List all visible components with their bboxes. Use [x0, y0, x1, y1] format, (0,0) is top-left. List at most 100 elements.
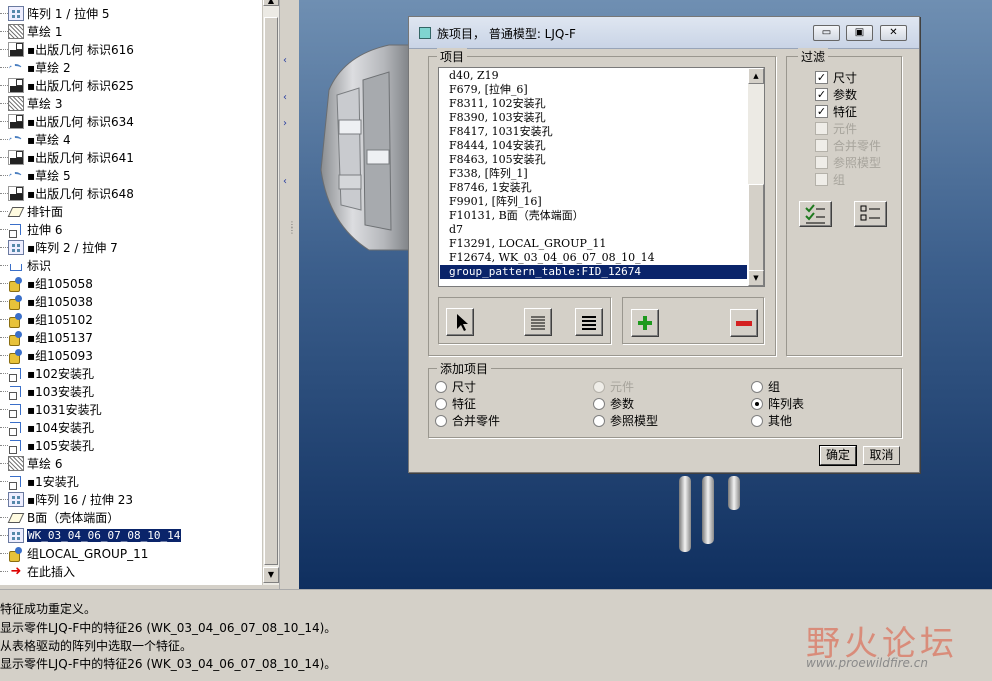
- scroll-up-arrow-icon[interactable]: ▲: [748, 68, 764, 84]
- model-tree-scrollbar[interactable]: ▲ ▼: [262, 0, 279, 585]
- filter-checkbox[interactable]: 组: [815, 171, 845, 188]
- add-item-radio[interactable]: 其他: [751, 412, 792, 429]
- model-tree[interactable]: 阵列 1 / 拉伸 5 草绘 1 ▪出版几何 标识616 ▪草绘 2 ▪出版几何 标识6…: [0, 0, 264, 585]
- list-item[interactable]: F9901, [阵列_16]: [440, 195, 747, 209]
- add-item-button[interactable]: [631, 309, 659, 337]
- checklist-icon: [805, 204, 825, 224]
- scrollbar-thumb[interactable]: [264, 17, 278, 565]
- filter-checkbox[interactable]: 参照模型: [815, 154, 881, 171]
- ok-button[interactable]: 确定: [819, 445, 857, 466]
- collapse-chevron-icon[interactable]: ‹: [283, 176, 287, 187]
- add-item-radio[interactable]: 组: [751, 378, 780, 395]
- list-item[interactable]: d40, Z19: [440, 69, 747, 83]
- scrollbar-thumb[interactable]: [748, 184, 764, 272]
- close-button[interactable]: ✕: [880, 25, 907, 41]
- list-item[interactable]: F679, [拉伸_6]: [440, 83, 747, 97]
- tree-item[interactable]: ▪组105137: [0, 328, 264, 346]
- tree-item[interactable]: 草绘 3: [0, 94, 264, 112]
- tree-item[interactable]: ▪102安装孔: [0, 364, 264, 382]
- tree-item[interactable]: 阵列 1 / 拉伸 5: [0, 4, 264, 22]
- list-item[interactable]: F8390, 103安装孔: [440, 111, 747, 125]
- tree-item[interactable]: 组LOCAL_GROUP_11: [0, 544, 264, 562]
- filter-checkbox[interactable]: ✓ 特征: [815, 103, 857, 120]
- tree-item[interactable]: ➜ 在此插入: [0, 562, 264, 580]
- splitter-grip-icon[interactable]: ⋮ ⋮: [288, 221, 296, 235]
- tree-item-label: WK_03_04_06_07_08_10_14: [27, 528, 182, 542]
- add-item-radio[interactable]: 参照模型: [593, 412, 658, 429]
- tree-item[interactable]: ▪草绘 4: [0, 130, 264, 148]
- tree-item[interactable]: ▪1安装孔: [0, 472, 264, 490]
- add-item-radio[interactable]: 尺寸: [435, 378, 476, 395]
- tree-item[interactable]: 标识: [0, 256, 264, 274]
- tree-item[interactable]: 草绘 1: [0, 22, 264, 40]
- remove-item-button[interactable]: [730, 309, 758, 337]
- scroll-up-arrow-icon[interactable]: ▲: [263, 0, 279, 6]
- tree-item[interactable]: ▪组105093: [0, 346, 264, 364]
- pattern-icon: [8, 5, 24, 21]
- family-items-list[interactable]: d40, Z19 F679, [拉伸_6] F8311, 102安装孔 F8390, …: [438, 67, 765, 287]
- list-item[interactable]: F8463, 105安装孔: [440, 153, 747, 167]
- list-item[interactable]: F8746, 1安装孔: [440, 181, 747, 195]
- tree-item[interactable]: ▪出版几何 标识634: [0, 112, 264, 130]
- tree-item[interactable]: ▪草绘 5: [0, 166, 264, 184]
- tree-item[interactable]: ▪出版几何 标识625: [0, 76, 264, 94]
- tree-item-label: ▪104安装孔: [27, 420, 95, 435]
- items-list-scrollbar[interactable]: ▲ ▼: [748, 68, 764, 286]
- expand-chevron-icon[interactable]: ›: [283, 118, 287, 129]
- list-item[interactable]: F8444, 104安装孔: [440, 139, 747, 153]
- collapse-chevron-icon[interactable]: ‹: [283, 92, 287, 103]
- tree-item[interactable]: 拉伸 6: [0, 220, 264, 238]
- add-item-radio[interactable]: 合并零件: [435, 412, 500, 429]
- list-item[interactable]: F10131, B面（壳体端面）: [440, 209, 747, 223]
- add-item-radio[interactable]: 阵列表: [751, 395, 804, 412]
- tree-item[interactable]: ▪组105038: [0, 292, 264, 310]
- tree-item-label: ▪1031安装孔: [27, 402, 102, 417]
- show-list-button[interactable]: [524, 308, 552, 336]
- add-item-radio[interactable]: 元件: [593, 378, 634, 395]
- tree-item[interactable]: ▪阵列 2 / 拉伸 7: [0, 238, 264, 256]
- filter-checkbox[interactable]: ✓ 参数: [815, 86, 857, 103]
- tree-item[interactable]: 排针面: [0, 202, 264, 220]
- tree-item[interactable]: ▪组105102: [0, 310, 264, 328]
- tree-item[interactable]: ▪出版几何 标识641: [0, 148, 264, 166]
- dialog-title-bar[interactable]: 族项目， 普通模型: LJQ-F ▭ ▣ ✕: [409, 17, 919, 49]
- tree-item[interactable]: 草绘 6: [0, 454, 264, 472]
- add-item-radio[interactable]: 参数: [593, 395, 634, 412]
- cancel-button[interactable]: 取消: [863, 446, 900, 465]
- list-item[interactable]: F13291, LOCAL_GROUP_11: [440, 237, 747, 251]
- list-item[interactable]: d7: [440, 223, 747, 237]
- filter-checkbox[interactable]: 合并零件: [815, 137, 881, 154]
- list-item[interactable]: F338, [阵列_1]: [440, 167, 747, 181]
- collapse-chevron-icon[interactable]: ‹: [283, 55, 287, 66]
- tree-item[interactable]: ▪105安装孔: [0, 436, 264, 454]
- list-item[interactable]: F8417, 1031安装孔: [440, 125, 747, 139]
- tree-item[interactable]: ▪阵列 16 / 拉伸 23: [0, 490, 264, 508]
- filter-checkbox[interactable]: 元件: [815, 120, 857, 137]
- tree-connector: [0, 336, 8, 338]
- filter-checkbox[interactable]: ✓ 尺寸: [815, 69, 857, 86]
- minimize-button[interactable]: ▭: [813, 25, 840, 41]
- pane-splitter[interactable]: ‹ ‹ › ‹ ⋮ ⋮: [279, 0, 299, 589]
- select-all-filters-button[interactable]: [799, 201, 832, 227]
- tree-item[interactable]: ▪1031安装孔: [0, 400, 264, 418]
- scroll-down-arrow-icon[interactable]: ▼: [263, 567, 279, 583]
- maximize-button[interactable]: ▣: [846, 25, 873, 41]
- tree-item[interactable]: ▪103安装孔: [0, 382, 264, 400]
- tree-item[interactable]: ▪组105058: [0, 274, 264, 292]
- tree-item[interactable]: B面（壳体端面）: [0, 508, 264, 526]
- tree-item-label: ▪组105102: [27, 312, 93, 327]
- add-item-radio[interactable]: 特征: [435, 395, 476, 412]
- tree-item[interactable]: ▪出版几何 标识616: [0, 40, 264, 58]
- tree-item[interactable]: WK_03_04_06_07_08_10_14: [0, 526, 264, 544]
- scroll-down-arrow-icon[interactable]: ▼: [748, 270, 764, 286]
- show-detail-list-button[interactable]: [575, 308, 603, 336]
- list-item[interactable]: group_pattern_table:FID_12674: [440, 265, 747, 279]
- group-icon: [8, 276, 24, 292]
- tree-item[interactable]: ▪104安装孔: [0, 418, 264, 436]
- tree-item[interactable]: ▪出版几何 标识648: [0, 184, 264, 202]
- tree-item[interactable]: ▪草绘 2: [0, 58, 264, 76]
- select-pointer-button[interactable]: [446, 308, 474, 336]
- list-item[interactable]: F12674, WK_03_04_06_07_08_10_14: [440, 251, 747, 265]
- list-item[interactable]: F8311, 102安装孔: [440, 97, 747, 111]
- clear-all-filters-button[interactable]: [854, 201, 887, 227]
